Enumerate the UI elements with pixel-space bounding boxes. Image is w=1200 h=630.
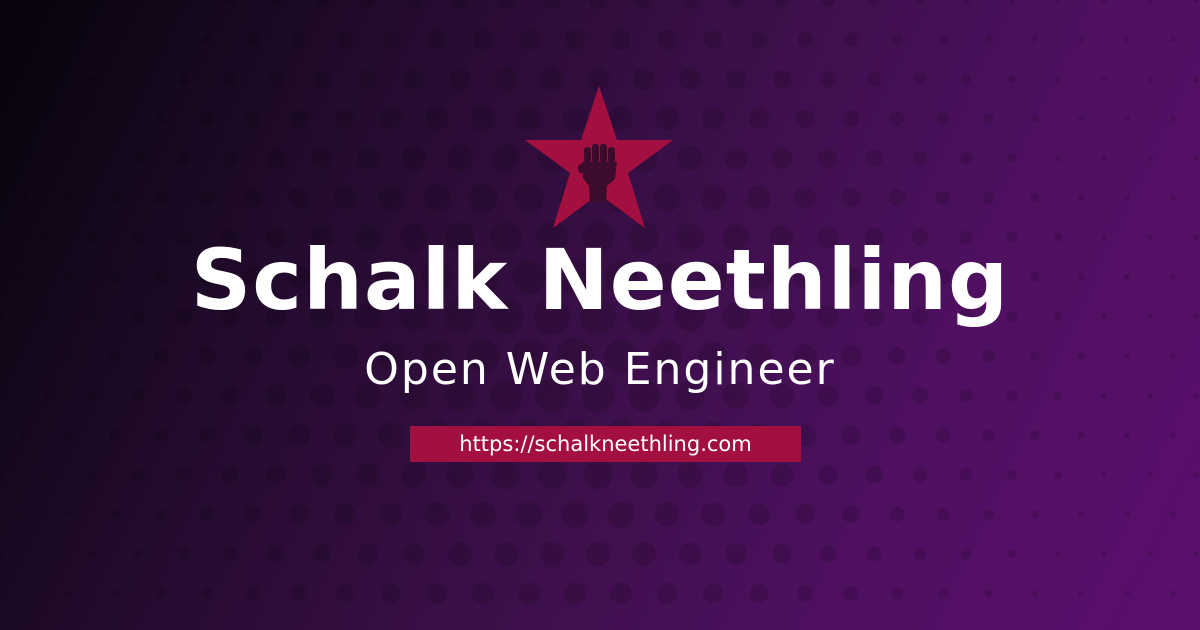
page-title: Schalk Neethling	[190, 231, 1010, 329]
website-url-link[interactable]: https://schalkneethling.com	[410, 426, 801, 462]
star-raised-fist-icon	[525, 86, 673, 228]
job-title: Open Web Engineer	[364, 344, 836, 395]
social-card: Schalk Neethling Open Web Engineer https…	[0, 0, 1200, 630]
